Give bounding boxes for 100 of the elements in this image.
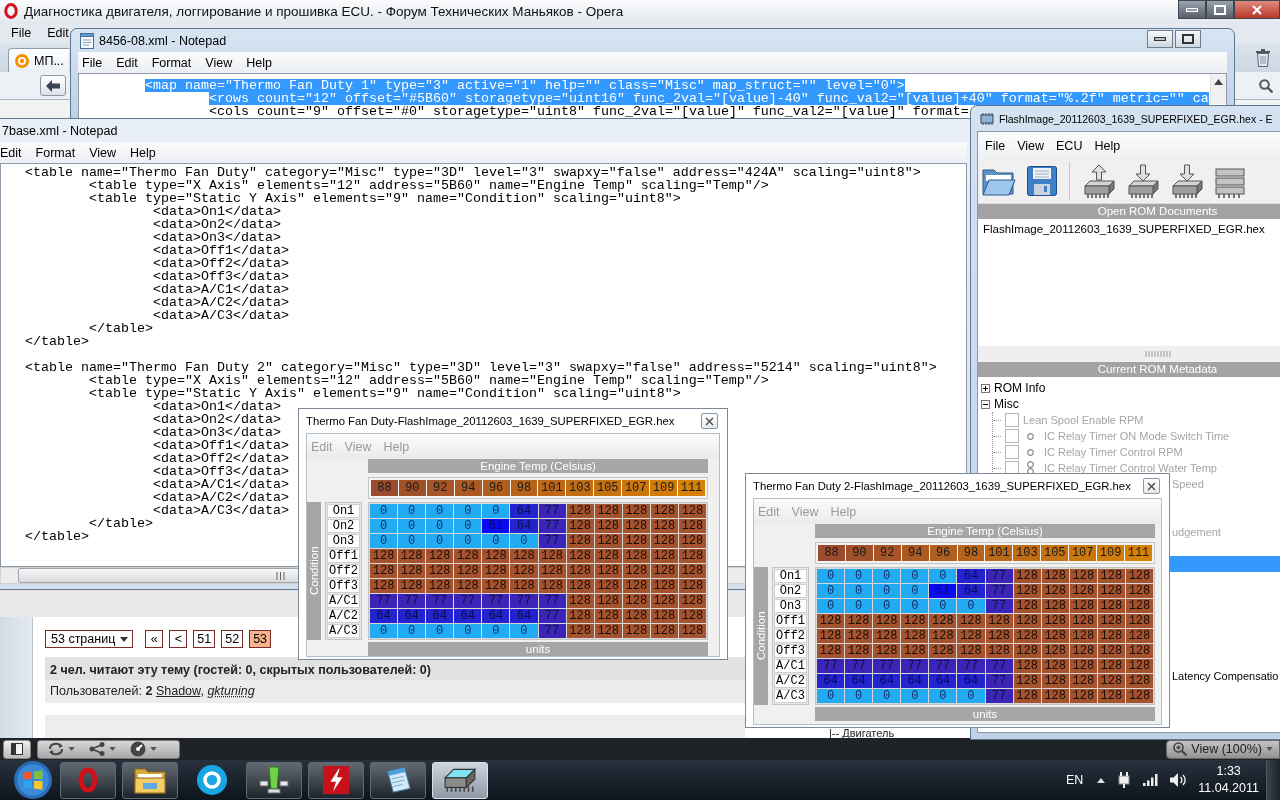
code-line: <table name="Thermo Fan Duty" category="Misc" type="3D" level="3" swapxy="false" address="424A" scaling="uint8"> — [25, 166, 921, 179]
grip-icon — [1144, 351, 1171, 357]
back-arrow-icon — [46, 79, 60, 92]
maximize-button[interactable] — [1206, 0, 1234, 19]
up-triangle-icon[interactable] — [1097, 777, 1106, 783]
floppy-icon[interactable] — [1027, 166, 1057, 196]
table-cell: 128 — [1069, 689, 1097, 703]
minimize-button[interactable] — [1178, 0, 1206, 19]
chip-icon — [979, 112, 995, 125]
table-cell: 128 — [538, 549, 566, 563]
browser-tab[interactable]: МП... — [8, 48, 69, 72]
up-arrow-icon[interactable] — [1214, 79, 1223, 85]
table-cell: 0 — [845, 569, 873, 583]
page-link[interactable]: 51 — [193, 630, 216, 648]
speaker-icon[interactable] — [1170, 773, 1187, 787]
table-cell: 77 — [426, 594, 454, 608]
table-cell: 64 — [845, 674, 873, 688]
back-button[interactable] — [40, 75, 66, 96]
table-cell: 128 — [370, 549, 398, 563]
caret-icon[interactable] — [109, 747, 116, 751]
menu-item[interactable]: Format — [151, 55, 192, 70]
menu-item[interactable]: Format — [35, 145, 76, 160]
section-header: Current ROM Metadata — [978, 362, 1280, 377]
taskbar-button[interactable] — [370, 761, 426, 799]
table-cell: 0 — [482, 504, 510, 518]
menu-item[interactable]: View — [205, 55, 233, 70]
table-cell: 128 — [1013, 584, 1041, 598]
start-orb-icon[interactable] — [14, 761, 52, 799]
menu-item[interactable]: File — [985, 138, 1006, 153]
table-cell: 128 — [650, 519, 678, 533]
chip-up-arrow-icon[interactable] — [1082, 164, 1115, 198]
collapse-icon[interactable] — [981, 399, 990, 409]
table-cell: 0 — [370, 504, 398, 518]
menu-item[interactable]: Edit — [0, 145, 22, 160]
table-cell: 128 — [650, 624, 678, 638]
menu-item[interactable]: Edit — [47, 26, 69, 40]
language-indicator[interactable]: EN — [1065, 773, 1084, 787]
table-cell: 64 — [929, 674, 957, 688]
clock-time[interactable]: 1:33 — [1216, 763, 1241, 780]
table-cell: 0 — [957, 599, 985, 613]
menu-item[interactable]: File — [11, 26, 32, 40]
share-icon[interactable] — [89, 742, 105, 756]
menu-item[interactable]: Help — [130, 145, 156, 160]
close-button[interactable] — [701, 413, 718, 429]
menu-item[interactable]: View — [1017, 138, 1045, 153]
search-icon[interactable] — [1259, 78, 1273, 93]
table-cell: 64 — [510, 609, 538, 623]
tree-item[interactable]: Latency Compensatio — [1172, 670, 1279, 682]
page-link[interactable]: < — [169, 630, 188, 648]
minimize-button[interactable] — [1147, 30, 1173, 48]
expand-icon[interactable] — [981, 383, 990, 393]
folder-icon — [134, 766, 166, 794]
caret-icon[interactable] — [68, 747, 75, 751]
panel-toggle-button[interactable] — [3, 739, 31, 759]
page-link[interactable]: 52 — [221, 630, 244, 648]
y-axis-title: Condition — [307, 502, 321, 640]
notepad-icon — [80, 32, 94, 49]
menu-item[interactable]: Help — [246, 55, 272, 70]
menu-item[interactable]: ECU — [1056, 138, 1083, 153]
taskbar-button[interactable] — [308, 761, 364, 799]
chip-down-arrow-icon[interactable] — [1170, 164, 1203, 198]
close-button[interactable] — [1234, 0, 1280, 19]
gauge-icon[interactable] — [130, 741, 146, 757]
trash-icon[interactable] — [1255, 49, 1271, 67]
sync-icon[interactable] — [48, 742, 64, 756]
caret-icon — [120, 636, 129, 642]
code-line: <data>A/C3</data> — [153, 504, 289, 517]
taskbar-button[interactable] — [122, 761, 178, 799]
table-cell: 128 — [566, 609, 594, 623]
page-link[interactable]: « — [145, 630, 164, 648]
close-button[interactable] — [1143, 478, 1160, 494]
table-cell: 77 — [985, 674, 1013, 688]
user-link[interactable]: gktuning — [207, 684, 255, 698]
maximize-button[interactable] — [1175, 30, 1201, 48]
table-cell: 128 — [817, 614, 845, 628]
page-link[interactable]: 53 — [249, 630, 272, 648]
pages-dropdown[interactable]: 53 страниц — [45, 630, 134, 648]
y-axis-cell: On1 — [774, 569, 807, 583]
table-cell: 128 — [1041, 614, 1069, 628]
document-item[interactable]: FlashImage_20112603_1639_SUPERFIXED_EGR.hex — [981, 222, 1267, 236]
clock-date[interactable]: 11.04.2011 — [1198, 780, 1259, 797]
code-line: <data>A/C1</data> — [153, 478, 289, 491]
menu-item[interactable]: View — [89, 145, 116, 160]
window-title: Thermo Fan Duty-FlashImage_20112603_1639_SUPERFIXED_EGR.hex — [306, 415, 675, 427]
tree-item[interactable]: ROM Info — [994, 381, 1046, 395]
menu-item[interactable]: File — [82, 55, 103, 70]
code-line: <data>On1</data> — [153, 205, 281, 218]
menu-item[interactable]: Edit — [116, 55, 138, 70]
table-cell: 128 — [957, 629, 985, 643]
menu-item[interactable]: Help — [1094, 138, 1121, 153]
taskbar-button[interactable] — [246, 761, 302, 799]
folder-icon[interactable] — [982, 166, 1016, 196]
x-axis-cell: 111 — [1125, 545, 1152, 561]
tree-item[interactable]: Misc — [994, 397, 1019, 411]
power-plug-icon[interactable] — [1117, 772, 1132, 788]
scrollbar[interactable] — [1210, 74, 1226, 104]
x-axis-cell: 103 — [566, 480, 594, 496]
caret-icon[interactable] — [150, 747, 157, 751]
chip-down-arrow-icon[interactable] — [1126, 164, 1159, 198]
signal-bars-icon[interactable] — [1143, 774, 1159, 786]
